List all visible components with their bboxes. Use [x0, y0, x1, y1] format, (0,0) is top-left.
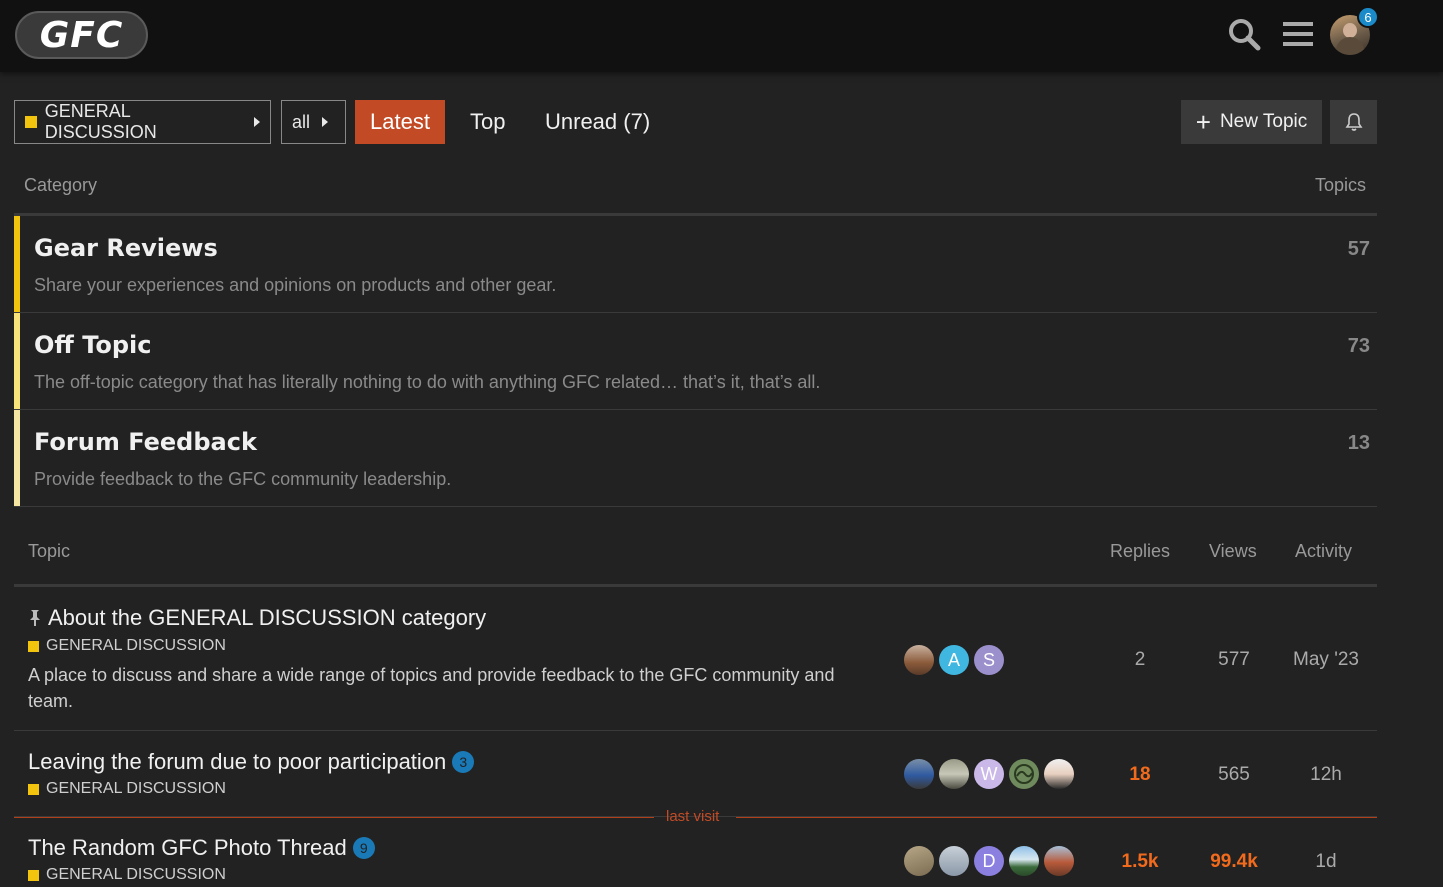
- views-column-header[interactable]: Views: [1209, 541, 1257, 562]
- topic-views: 99.4k: [1210, 851, 1258, 872]
- last-visit-divider: last visit: [14, 808, 1377, 825]
- topic-category-badge[interactable]: GENERAL DISCUSSION: [28, 637, 226, 655]
- topic-posters: D: [904, 846, 1079, 876]
- notification-level-button[interactable]: [1330, 100, 1377, 144]
- topic-column-header[interactable]: Topic: [28, 541, 70, 562]
- category-title[interactable]: Off Topic: [34, 331, 152, 359]
- pin-icon: [28, 609, 42, 627]
- new-topic-button[interactable]: + New Topic: [1181, 100, 1322, 144]
- poster-avatar[interactable]: [904, 645, 934, 675]
- topic-replies: 18: [1129, 764, 1151, 785]
- topic-views: 577: [1218, 649, 1250, 670]
- caret-right-icon: [254, 117, 260, 127]
- tab-unread[interactable]: Unread (7): [545, 100, 650, 144]
- topic-category-label: GENERAL DISCUSSION: [46, 637, 226, 654]
- category-description: The off-topic category that has literall…: [34, 372, 821, 392]
- site-logo[interactable]: GFC: [15, 11, 148, 59]
- bell-icon: [1345, 113, 1362, 131]
- poster-avatar[interactable]: [1044, 759, 1074, 789]
- category-column-header[interactable]: Category: [24, 175, 97, 196]
- topic-row: About the GENERAL DISCUSSION category GE…: [14, 587, 1377, 731]
- replies-column-header[interactable]: Replies: [1110, 541, 1170, 562]
- topic-title-link[interactable]: Leaving the forum due to poor participat…: [28, 749, 475, 775]
- poster-avatar[interactable]: [904, 759, 934, 789]
- category-description: Share your experiences and opinions on p…: [34, 275, 557, 295]
- search-icon[interactable]: [1226, 16, 1262, 52]
- category-color-bar: [14, 216, 20, 312]
- notification-badge: 6: [1357, 6, 1379, 28]
- hamburger-menu-icon[interactable]: [1280, 16, 1316, 52]
- category-row[interactable]: Gear Reviews Share your experiences and …: [14, 216, 1377, 313]
- category-color-bar: [14, 313, 20, 409]
- poster-avatar[interactable]: [939, 759, 969, 789]
- topic-activity[interactable]: 12h: [1281, 764, 1371, 786]
- poster-avatar[interactable]: A: [939, 645, 969, 675]
- category-row[interactable]: Off Topic The off-topic category that ha…: [14, 313, 1377, 410]
- topic-title-link[interactable]: About the GENERAL DISCUSSION category: [28, 605, 486, 631]
- topic-activity[interactable]: May '23: [1281, 649, 1371, 671]
- logo-text: GFC: [39, 14, 124, 56]
- user-avatar-button[interactable]: 6: [1330, 6, 1379, 55]
- new-topic-label: New Topic: [1219, 111, 1308, 132]
- topic-category-label: GENERAL DISCUSSION: [46, 866, 226, 883]
- category-dropdown-label: GENERAL DISCUSSION: [44, 101, 157, 142]
- category-color-square: [28, 869, 39, 881]
- unread-count-badge[interactable]: 9: [352, 837, 375, 859]
- unread-count-badge[interactable]: 3: [452, 751, 475, 773]
- site-header: GFC 6: [0, 0, 1443, 72]
- category-title[interactable]: Gear Reviews: [34, 234, 218, 262]
- poster-avatar[interactable]: D: [974, 846, 1004, 876]
- topic-excerpt: A place to discuss and share a wide rang…: [28, 665, 835, 711]
- category-color-square: [28, 783, 39, 795]
- activity-column-header[interactable]: Activity: [1295, 541, 1352, 562]
- category-color-square: [25, 116, 37, 128]
- category-color-square: [28, 640, 39, 652]
- poster-avatar[interactable]: [1044, 846, 1074, 876]
- tab-top[interactable]: Top: [470, 100, 505, 144]
- topic-category-label: GENERAL DISCUSSION: [46, 780, 226, 797]
- topic-title: The Random GFC Photo Thread: [28, 835, 347, 860]
- category-dropdown[interactable]: GENERAL DISCUSSION: [14, 100, 271, 144]
- category-topic-count: 57: [1347, 238, 1370, 260]
- category-topic-count: 13: [1347, 432, 1370, 454]
- topic-title-link[interactable]: The Random GFC Photo Thread 9: [28, 835, 375, 861]
- poster-avatar[interactable]: [939, 846, 969, 876]
- category-title[interactable]: Forum Feedback: [34, 428, 257, 456]
- category-list: Gear Reviews Share your experiences and …: [14, 213, 1377, 507]
- topic-row: The Random GFC Photo Thread 9 GENERAL DI…: [14, 817, 1377, 887]
- divider-line: [14, 817, 654, 818]
- filter-dropdown-label: all: [292, 111, 311, 132]
- topic-row: Leaving the forum due to poor participat…: [14, 731, 1377, 817]
- topic-category-badge[interactable]: GENERAL DISCUSSION: [28, 866, 226, 884]
- filter-dropdown[interactable]: all: [281, 100, 346, 144]
- category-topic-count: 73: [1347, 335, 1370, 357]
- poster-avatar[interactable]: W: [974, 759, 1004, 789]
- topic-category-badge[interactable]: GENERAL DISCUSSION: [28, 780, 226, 798]
- topic-activity[interactable]: 1d: [1281, 851, 1371, 873]
- poster-avatar[interactable]: S: [974, 645, 1004, 675]
- category-description: Provide feedback to the GFC community le…: [34, 469, 452, 489]
- poster-avatar[interactable]: [1009, 846, 1039, 876]
- plus-icon: +: [1195, 107, 1211, 137]
- topics-column-header[interactable]: Topics: [1315, 175, 1366, 196]
- topic-title: Leaving the forum due to poor participat…: [28, 749, 447, 774]
- category-row[interactable]: Forum Feedback Provide feedback to the G…: [14, 410, 1377, 507]
- poster-avatar[interactable]: [1009, 759, 1039, 789]
- topic-posters: W: [904, 759, 1079, 789]
- topic-replies: 1.5k: [1121, 851, 1159, 872]
- topic-posters: A S: [904, 645, 1009, 675]
- topic-list: About the GENERAL DISCUSSION category GE…: [14, 584, 1377, 887]
- category-color-bar: [14, 410, 20, 506]
- topic-replies: 2: [1134, 649, 1146, 670]
- divider-line: [736, 817, 1377, 818]
- last-visit-label: last visit: [666, 808, 720, 825]
- tab-latest[interactable]: Latest: [355, 100, 445, 144]
- caret-right-icon: [322, 117, 329, 127]
- navigation-bar: GENERAL DISCUSSION all Latest Top Unread…: [14, 100, 1378, 144]
- topic-title: About the GENERAL DISCUSSION category: [48, 605, 487, 630]
- poster-avatar[interactable]: [904, 846, 934, 876]
- topic-views: 565: [1218, 764, 1250, 785]
